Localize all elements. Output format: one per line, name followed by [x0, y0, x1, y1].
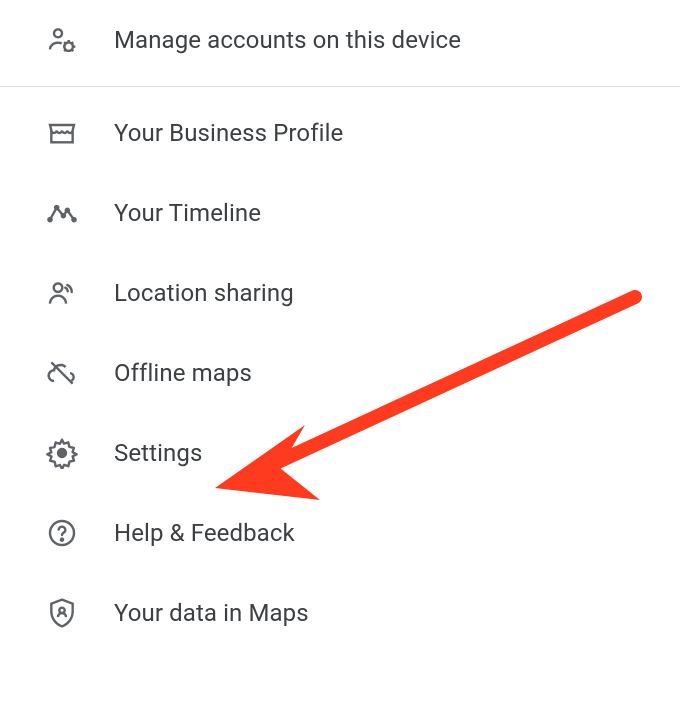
manage-accounts-icon: [44, 22, 80, 58]
menu-item-settings[interactable]: Settings: [0, 413, 680, 493]
menu-label: Your Timeline: [114, 199, 261, 227]
location-sharing-icon: [44, 275, 80, 311]
settings-menu: Manage accounts on this device Your Busi…: [0, 0, 680, 653]
timeline-icon: [44, 195, 80, 231]
divider: [0, 86, 680, 87]
menu-label: Your Business Profile: [114, 119, 343, 147]
menu-label: Location sharing: [114, 279, 294, 307]
menu-item-offline-maps[interactable]: Offline maps: [0, 333, 680, 413]
menu-label: Help & Feedback: [114, 519, 295, 547]
help-icon: [44, 515, 80, 551]
menu-label: Settings: [114, 439, 202, 467]
menu-label: Your data in Maps: [114, 599, 309, 627]
menu-item-timeline[interactable]: Your Timeline: [0, 173, 680, 253]
storefront-icon: [44, 115, 80, 151]
menu-item-your-data[interactable]: Your data in Maps: [0, 573, 680, 653]
menu-label: Offline maps: [114, 359, 252, 387]
privacy-shield-icon: [44, 595, 80, 631]
gear-icon: [44, 435, 80, 471]
menu-item-help-feedback[interactable]: Help & Feedback: [0, 493, 680, 573]
menu-item-business-profile[interactable]: Your Business Profile: [0, 93, 680, 173]
menu-item-manage-accounts[interactable]: Manage accounts on this device: [0, 0, 680, 80]
cloud-off-icon: [44, 355, 80, 391]
menu-label: Manage accounts on this device: [114, 26, 461, 54]
menu-item-location-sharing[interactable]: Location sharing: [0, 253, 680, 333]
